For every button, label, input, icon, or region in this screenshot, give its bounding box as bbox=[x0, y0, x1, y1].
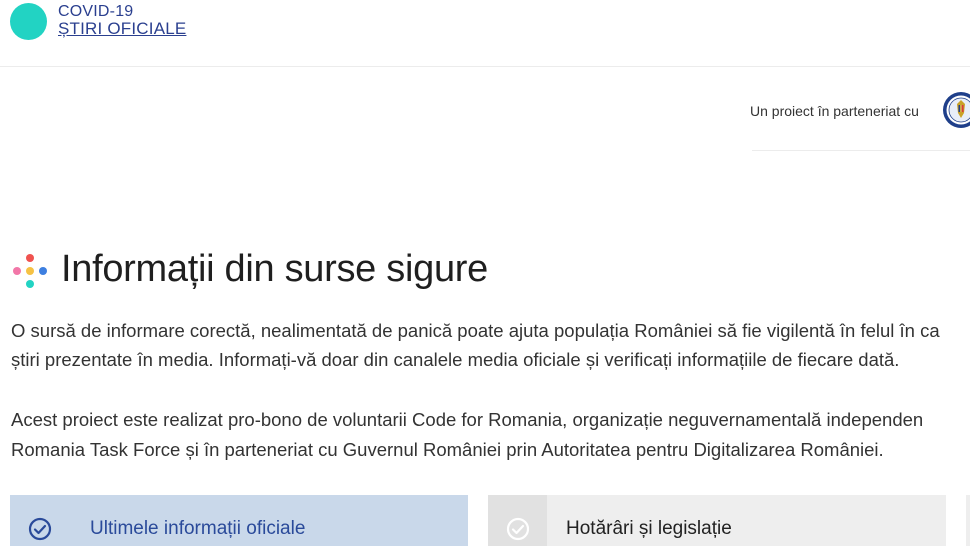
site-logo[interactable] bbox=[10, 3, 47, 40]
card-partial[interactable] bbox=[966, 495, 970, 546]
partner-banner: Un proiect în parteneriat cu bbox=[750, 80, 970, 151]
card-label: Hotărâri și legislație bbox=[566, 518, 732, 539]
check-circle-icon bbox=[506, 517, 530, 541]
page-title: Informații din surse sigure bbox=[61, 248, 488, 290]
card-latest-official-info[interactable]: Ultimele informații oficiale bbox=[10, 495, 468, 546]
romanian-government-seal-icon[interactable] bbox=[942, 91, 970, 129]
card-decisions-legislation[interactable]: Hotărâri și legislație bbox=[488, 495, 946, 546]
about-paragraph-line: Acest proiect este realizat pro-bono de … bbox=[11, 409, 924, 430]
card-label: Ultimele informații oficiale bbox=[90, 518, 306, 539]
check-circle-icon bbox=[28, 517, 52, 541]
site-header: COVID-19 ȘTIRI OFICIALE bbox=[0, 0, 970, 67]
about-paragraph-line: Romania Task Force și în parteneriat cu … bbox=[11, 439, 884, 460]
intro-paragraph-line: știri prezentate în media. Informați-vă … bbox=[11, 349, 900, 370]
brand-subtitle-link[interactable]: ȘTIRI OFICIALE bbox=[58, 19, 186, 39]
intro-paragraph-line: O sursă de informare corectă, nealimenta… bbox=[11, 320, 940, 341]
colored-dots-icon bbox=[13, 254, 47, 288]
partner-text: Un proiect în parteneriat cu bbox=[750, 103, 919, 119]
